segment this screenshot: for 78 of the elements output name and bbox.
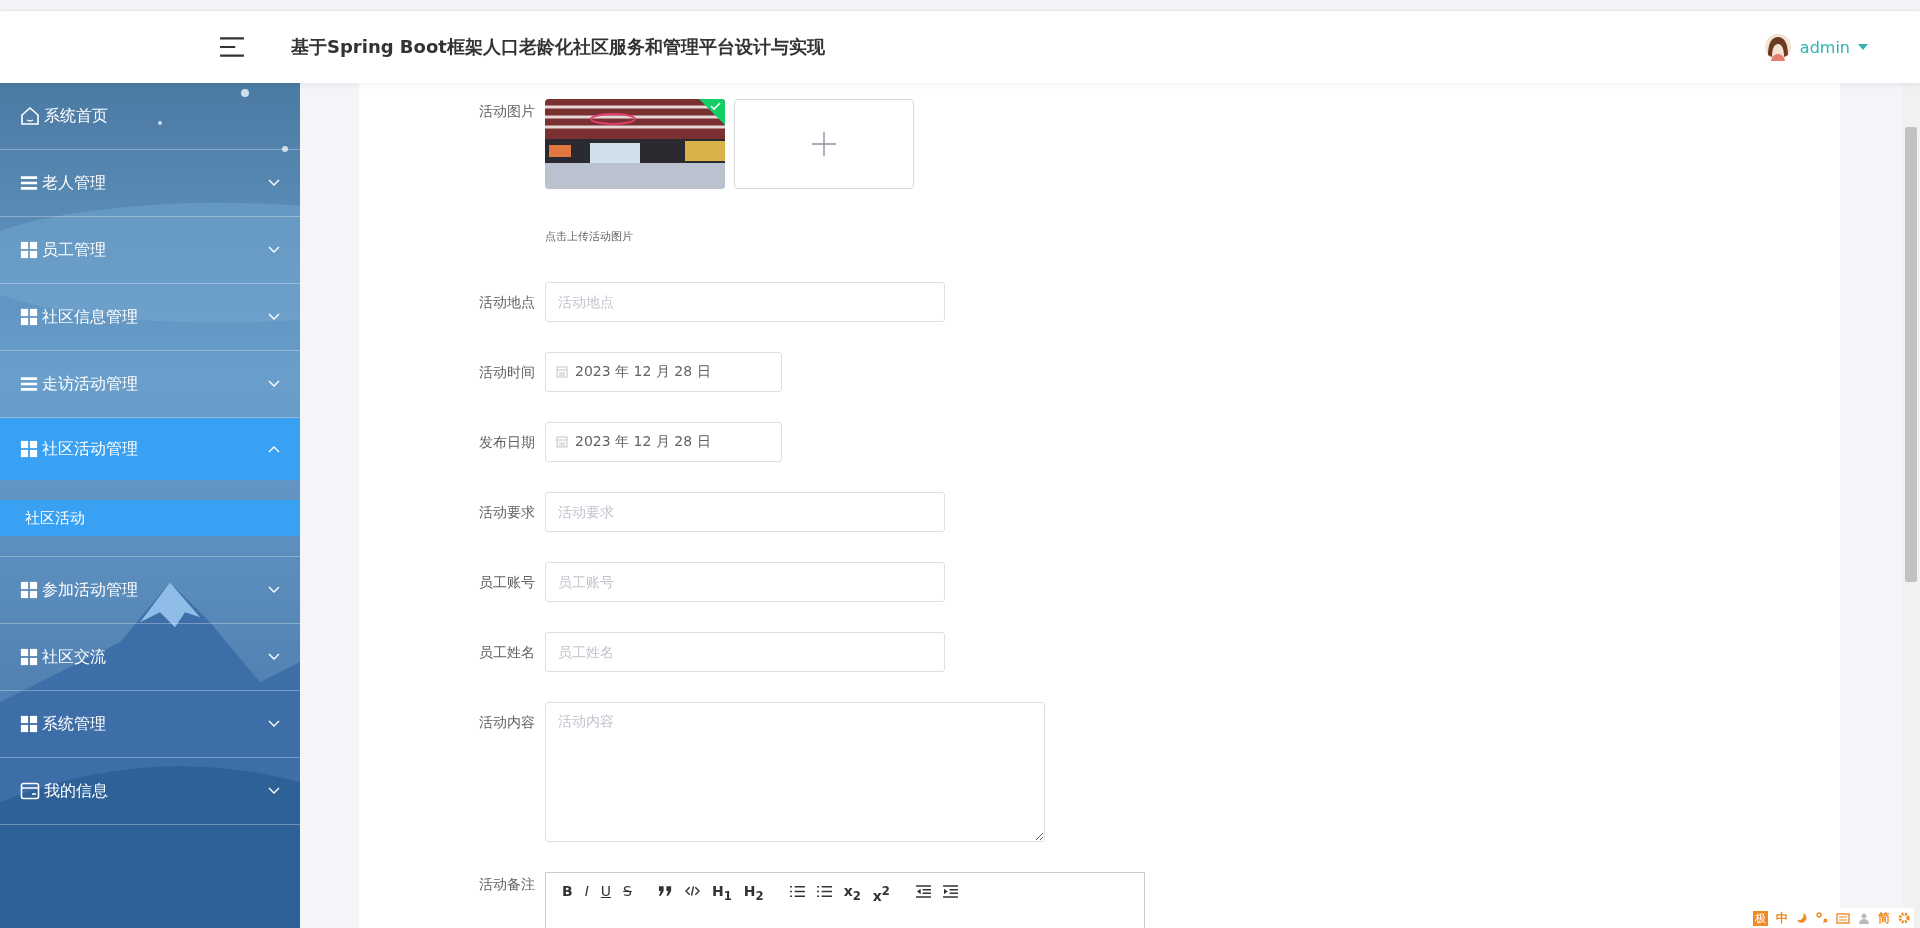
calendar-icon <box>556 366 568 378</box>
grid-icon <box>20 715 38 733</box>
grid-icon <box>20 440 38 458</box>
grid-icon <box>20 241 38 259</box>
text-field[interactable]: 员工账号 <box>545 562 945 602</box>
date-field[interactable]: 2023 年 12 月 28 日 <box>545 352 782 392</box>
chevron-down-icon <box>268 380 280 388</box>
menu-item[interactable]: 员工管理 <box>0 217 300 284</box>
outdent-icon[interactable] <box>915 885 931 898</box>
keyboard-icon[interactable] <box>1836 912 1850 924</box>
date-field[interactable]: 2023 年 12 月 28 日 <box>545 422 782 462</box>
list-icon <box>20 174 38 192</box>
settings-icon[interactable] <box>1898 912 1910 924</box>
format-button[interactable]: H$_{1}$ <box>711 883 732 904</box>
format-button[interactable]: S <box>623 883 632 899</box>
field-label: 员工姓名 <box>478 643 536 662</box>
upload-button[interactable] <box>734 99 914 189</box>
ime-logo[interactable]: 极 <box>1753 910 1768 926</box>
ime-button[interactable]: 中 <box>1776 909 1788 927</box>
format-button[interactable]: B <box>562 883 573 899</box>
list-icon <box>20 375 38 393</box>
text-field[interactable]: 活动要求 <box>545 492 945 532</box>
punctuation-icon[interactable] <box>1816 912 1828 924</box>
text-area[interactable]: 活动内容 <box>545 702 1045 842</box>
text-field[interactable]: 员工姓名 <box>545 632 945 672</box>
chevron-down-icon <box>268 720 280 728</box>
avatar-icon <box>1763 33 1792 61</box>
submenu-item[interactable]: 社区活动 <box>0 500 300 536</box>
menu-item[interactable]: 社区交流 <box>0 624 300 691</box>
field-label: 活动内容 <box>478 713 536 732</box>
format-button[interactable]: x$^{2}$ <box>872 883 890 904</box>
menu-item[interactable]: 参加活动管理 <box>0 557 300 624</box>
menu-icon[interactable] <box>219 36 245 58</box>
field-label: 活动时间 <box>478 363 536 382</box>
menu-item[interactable]: 老人管理 <box>0 150 300 217</box>
moon-icon[interactable] <box>1796 912 1808 924</box>
chevron-up-icon <box>268 445 280 453</box>
code-icon[interactable] <box>684 885 700 897</box>
field-label: 活动备注 <box>478 875 536 894</box>
grid-icon <box>20 308 38 326</box>
chevron-down-icon <box>268 179 280 187</box>
quote-icon[interactable] <box>657 885 673 897</box>
caret-icon[interactable] <box>1858 44 1868 50</box>
format-button[interactable]: U <box>600 883 612 899</box>
user-name[interactable]: admin <box>1799 37 1850 57</box>
chevron-down-icon <box>268 586 280 594</box>
field-label: 活动地点 <box>478 293 536 312</box>
chevron-down-icon <box>268 787 280 795</box>
user-icon[interactable] <box>1858 912 1870 924</box>
field-label: 活动要求 <box>478 503 536 522</box>
home-icon <box>20 106 40 126</box>
scrollbar-thumb[interactable] <box>1905 127 1917 582</box>
ime-button[interactable]: 简 <box>1878 909 1890 927</box>
format-button[interactable]: H$_{2}$ <box>743 883 764 904</box>
format-button[interactable]: x$_{2}$ <box>843 883 861 904</box>
field-label: 发布日期 <box>478 433 536 452</box>
numbered-list-icon[interactable] <box>789 885 805 898</box>
bullet-list-icon[interactable] <box>816 885 832 898</box>
field-label: 员工账号 <box>478 573 536 592</box>
grid-icon <box>20 648 38 666</box>
calendar-icon <box>556 436 568 448</box>
menu-item[interactable]: 我的信息 <box>0 758 300 825</box>
app-title: 基于Spring Boot框架人口老龄化社区服务和管理平台设计与实现 <box>291 35 825 59</box>
chevron-down-icon <box>268 313 280 321</box>
field-label: 活动图片 <box>478 102 536 121</box>
menu-item[interactable]: 系统首页 <box>0 83 300 150</box>
grid-icon <box>20 581 38 599</box>
plus-icon <box>810 130 838 158</box>
wallet-icon <box>20 781 40 801</box>
menu-item[interactable]: 系统管理 <box>0 691 300 758</box>
format-button[interactable]: I <box>584 883 589 899</box>
indent-icon[interactable] <box>942 885 958 898</box>
menu-item[interactable]: 社区信息管理 <box>0 284 300 351</box>
text-field[interactable]: 活动地点 <box>545 282 945 322</box>
menu-item[interactable]: 社区活动管理 <box>0 418 300 480</box>
chevron-down-icon <box>268 653 280 661</box>
chevron-down-icon <box>268 246 280 254</box>
upload-hint: 点击上传活动图片 <box>545 229 634 244</box>
